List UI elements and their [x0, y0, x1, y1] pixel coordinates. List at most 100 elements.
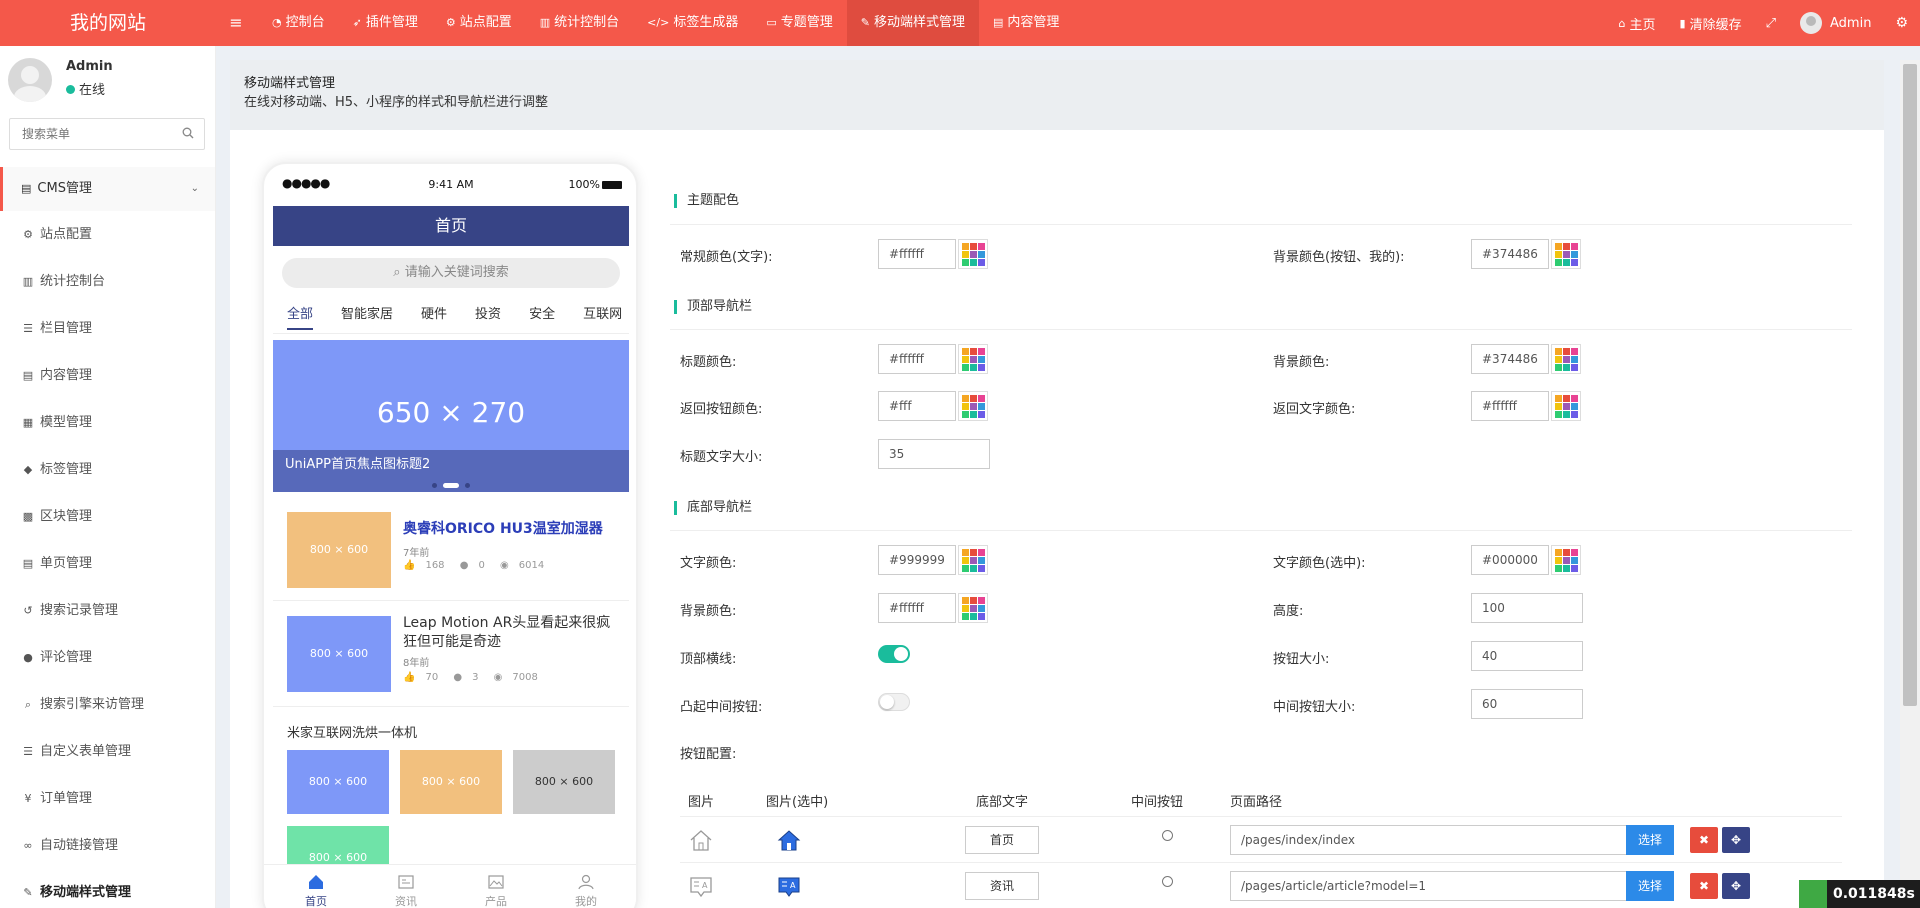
article-selected-icon[interactable]: A — [776, 873, 802, 899]
back-text-color-input[interactable]: #ffffff — [1471, 391, 1549, 421]
color-picker-icon[interactable] — [958, 344, 988, 374]
color-picker-icon[interactable] — [958, 391, 988, 421]
color-picker-icon[interactable] — [958, 239, 988, 269]
field-label: 背景颜色: — [1273, 355, 1330, 370]
phone-tab[interactable]: 互联网 — [569, 296, 629, 333]
clear-cache-link[interactable]: ▮ 清除缓存 — [1668, 14, 1754, 33]
color-picker-icon[interactable] — [958, 545, 988, 575]
banner-dot[interactable] — [432, 483, 437, 488]
top-line-toggle[interactable] — [878, 645, 910, 663]
bg-color-input[interactable]: #374486 — [1471, 239, 1549, 269]
tab-mobile-style[interactable]: ✎ 移动端样式管理 — [846, 0, 979, 46]
middle-button-size-input[interactable]: 60 — [1471, 689, 1583, 719]
middle-button-radio[interactable] — [1162, 830, 1173, 841]
drag-handle[interactable]: ✥ — [1722, 827, 1750, 853]
sidebar-item[interactable]: ▥ 统计控制台 — [0, 258, 215, 305]
sidebar-item[interactable]: ✎ 移动端样式管理 — [0, 869, 215, 908]
drag-handle[interactable]: ✥ — [1722, 873, 1750, 899]
user-menu[interactable]: Admin — [1788, 12, 1883, 34]
nav-bg-color-input[interactable]: #374486 — [1471, 344, 1549, 374]
phone-tab[interactable]: 投资 — [461, 296, 515, 333]
grid-thumb[interactable]: 800 × 600 — [287, 750, 389, 814]
color-picker-icon[interactable] — [1551, 391, 1581, 421]
sidebar-item[interactable]: ⚙ 站点配置 — [0, 211, 215, 258]
settings-button[interactable]: ⚙ — [1883, 15, 1920, 31]
search-icon[interactable] — [182, 127, 194, 139]
tab-site-config[interactable]: ⚙ 站点配置 — [432, 0, 526, 46]
tab-text-input[interactable]: 首页 — [965, 826, 1039, 854]
scrollbar-thumb[interactable] — [1903, 64, 1917, 706]
site-logo[interactable]: 我的网站 — [0, 0, 216, 46]
sidebar-item[interactable]: ▤ 内容管理 — [0, 352, 215, 399]
select-button[interactable]: 选择 — [1626, 825, 1674, 855]
phone-tab[interactable]: 智能家居 — [327, 296, 407, 333]
phone-search[interactable]: ⌕ 请输入关键词搜索 — [282, 258, 620, 288]
sidebar-item[interactable]: ▦ 模型管理 — [0, 399, 215, 446]
home-icon[interactable] — [688, 827, 714, 853]
tabbar-products[interactable]: 产品 — [466, 873, 526, 908]
menu-toggle-icon[interactable]: ≡ — [224, 0, 248, 46]
color-picker-icon[interactable] — [958, 593, 988, 623]
tab-plugins[interactable]: ➶ 插件管理 — [339, 0, 432, 46]
text-color-input[interactable]: #ffffff — [878, 239, 956, 269]
grid-thumb[interactable]: 800 × 600 — [513, 750, 615, 814]
title-color-input[interactable]: #ffffff — [878, 344, 956, 374]
page-path-input[interactable]: /pages/article/article?model=1 — [1230, 871, 1626, 901]
article-icon[interactable]: A — [688, 873, 714, 899]
color-swatch — [962, 259, 969, 266]
menu-group-cms[interactable]: ▤ CMS管理 ⌄ — [0, 167, 215, 211]
list-item[interactable]: 800 × 600 Leap Motion AR头显看起来很疯狂但可能是奇迹 8… — [273, 608, 629, 708]
back-button-color-input[interactable]: #fff — [878, 391, 956, 421]
middle-button-radio[interactable] — [1162, 876, 1173, 887]
tabbar-home[interactable]: 首页 — [286, 873, 346, 908]
button-size-input[interactable]: 40 — [1471, 641, 1583, 671]
sidebar-item[interactable]: ⌕ 搜索引擎来访管理 — [0, 681, 215, 728]
tab-stats[interactable]: ▥ 统计控制台 — [526, 0, 633, 46]
select-button[interactable]: 选择 — [1626, 871, 1674, 901]
page-path-input[interactable]: /pages/index/index — [1230, 825, 1626, 855]
title-size-input[interactable]: 35 — [878, 439, 990, 469]
sidebar-item[interactable]: ∞ 自动链接管理 — [0, 822, 215, 869]
color-picker-icon[interactable] — [1551, 344, 1581, 374]
banner-dot[interactable] — [465, 483, 470, 488]
tab-text-color-input[interactable]: #999999 — [878, 545, 956, 575]
color-picker-icon[interactable] — [1551, 545, 1581, 575]
field-label: 返回文字颜色: — [1273, 402, 1356, 417]
grid-thumb[interactable]: 800 × 600 — [400, 750, 502, 814]
delete-button[interactable]: ✖ — [1690, 827, 1718, 853]
phone-tab[interactable]: 硬件 — [407, 296, 461, 333]
color-swatch — [1563, 259, 1570, 266]
debug-timer[interactable]: 0.011848s — [1799, 880, 1920, 908]
sidebar-item[interactable]: ☰ 自定义表单管理 — [0, 728, 215, 775]
sidebar-item[interactable]: ◆ 标签管理 — [0, 446, 215, 493]
tab-bg-color-input[interactable]: #ffffff — [878, 593, 956, 623]
phone-tab[interactable]: 安全 — [515, 296, 569, 333]
tab-text-input[interactable]: 资讯 — [965, 872, 1039, 900]
tab-content[interactable]: ▤ 内容管理 — [979, 0, 1073, 46]
sidebar-item[interactable]: ☰ 栏目管理 — [0, 305, 215, 352]
tabbar-mine[interactable]: 我的 — [556, 873, 616, 908]
tab-topics[interactable]: ▭ 专题管理 — [752, 0, 846, 46]
sidebar-item[interactable]: ▩ 区块管理 — [0, 493, 215, 540]
color-picker-icon[interactable] — [1551, 239, 1581, 269]
tab-dashboard[interactable]: ◔ 控制台 — [258, 0, 339, 46]
menu-search-input[interactable] — [10, 119, 180, 149]
fullscreen-button[interactable]: ⤢ — [1754, 16, 1788, 31]
sidebar-item[interactable]: ¥ 订单管理 — [0, 775, 215, 822]
banner-dot[interactable] — [443, 483, 459, 488]
tab-tag-generator[interactable]: </> 标签生成器 — [633, 0, 752, 46]
phone-banner[interactable]: 650 × 270 UniAPP首页焦点图标题2 — [273, 340, 629, 492]
tabbar-news[interactable]: 资讯 — [376, 873, 436, 908]
phone-tab[interactable]: 全部 — [273, 296, 327, 333]
tab-text-selected-color-input[interactable]: #000000 — [1471, 545, 1549, 575]
home-link[interactable]: ⌂ 主页 — [1607, 14, 1668, 33]
move-icon: ✥ — [1730, 833, 1742, 847]
list-item[interactable]: 800 × 600 奥睿科ORICO HU3温室加湿器 7年前 👍 168 ● 0 … — [273, 504, 629, 594]
delete-button[interactable]: ✖ — [1690, 873, 1718, 899]
home-selected-icon[interactable] — [776, 827, 802, 853]
sidebar-item[interactable]: ↺ 搜索记录管理 — [0, 587, 215, 634]
sidebar-item[interactable]: ▤ 单页管理 — [0, 540, 215, 587]
raised-middle-toggle[interactable] — [878, 693, 910, 711]
sidebar-item[interactable]: ● 评论管理 — [0, 634, 215, 681]
tab-height-input[interactable]: 100 — [1471, 593, 1583, 623]
